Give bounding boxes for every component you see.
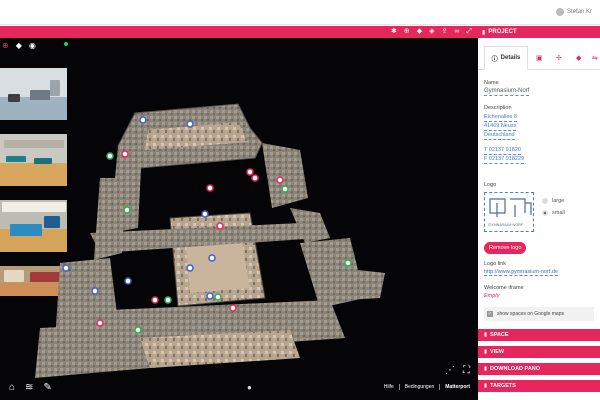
- section-targets[interactable]: ▮ TARGETS: [478, 380, 600, 392]
- logo-size-small[interactable]: small: [542, 210, 565, 216]
- viewer-toolbar: ✱ ⊕ ◆ ◈ ⇪ ∞ ⤢: [0, 26, 478, 38]
- top-bar: Stefan Kr: [0, 0, 600, 25]
- 3d-viewer[interactable]: ⊕ ◆ ◉ ⋰ ⛶ ⌂ ≋ ✎ ● Hilfe Bedingungen Matt…: [0, 38, 478, 400]
- expand-icon[interactable]: ⤢: [466, 28, 472, 36]
- logo-dropzone[interactable]: GYMNASIUM NORF: [484, 192, 534, 232]
- radio-large[interactable]: [542, 198, 548, 204]
- name-field[interactable]: Gymnasium-Norf: [484, 88, 530, 96]
- info-icon: ⓘ: [491, 56, 498, 63]
- project-panel: ▮ PROJECT ⓘ Details ▣ ✢ ◆ ⇋ Name Gymnasi…: [478, 26, 600, 400]
- checkbox-icon[interactable]: ✓: [487, 311, 493, 317]
- share-icon[interactable]: ⇪: [442, 28, 448, 36]
- section-view[interactable]: ▮ VIEW: [478, 346, 600, 358]
- measure-icon[interactable]: ✎: [43, 382, 51, 393]
- location-pin-icon[interactable]: ●: [247, 383, 252, 392]
- dollhouse-model[interactable]: [0, 38, 478, 400]
- tag-icon[interactable]: ◆: [417, 28, 422, 36]
- user-icon: [555, 8, 564, 16]
- panel-tabs: ⓘ Details ▣ ✢ ◆ ⇋: [478, 46, 600, 70]
- fullscreen-icon[interactable]: ⛶: [463, 365, 470, 376]
- floor-view-icon[interactable]: ⌂: [9, 382, 15, 393]
- tab-image-icon[interactable]: ▣: [536, 54, 543, 62]
- floors-icon[interactable]: ≋: [25, 382, 33, 393]
- google-maps-toggle[interactable]: ✓ show spaces on Google maps: [484, 307, 594, 321]
- name-label: Name: [484, 80, 499, 86]
- tab-more-icon[interactable]: ⇋: [592, 54, 598, 62]
- help-link[interactable]: Hilfe: [384, 384, 394, 390]
- project-section-header[interactable]: ▮ PROJECT: [478, 26, 600, 38]
- user-name: Stefan Kr: [566, 9, 592, 15]
- user-menu[interactable]: Stefan Kr: [555, 8, 592, 16]
- folder-icon: ▮: [482, 29, 486, 36]
- share-icon[interactable]: ⋰: [445, 365, 455, 376]
- folder-icon: ▮: [484, 349, 488, 355]
- logo-size-large[interactable]: large: [542, 198, 564, 204]
- logo-link-label: Logo link: [484, 261, 507, 267]
- settings-icon[interactable]: ✱: [391, 28, 397, 36]
- description-field[interactable]: Eichenallee 8 41469 Neuss Deutschland T …: [484, 113, 594, 164]
- conditions-link[interactable]: Bedingungen: [405, 384, 434, 390]
- folder-icon: ▮: [484, 366, 488, 372]
- radio-small[interactable]: [542, 210, 548, 216]
- school-logo: [489, 198, 532, 217]
- link-icon[interactable]: ∞: [454, 28, 459, 36]
- section-download-pano[interactable]: ▮ DOWNLOAD PANO: [478, 363, 600, 375]
- tab-tags-icon[interactable]: ◆: [576, 54, 581, 62]
- welcome-label: Welcome iframe: [484, 285, 524, 291]
- viewer-bottom-bar: ⋰ ⛶ ⌂ ≋ ✎ ● Hilfe Bedingungen Matterport: [0, 365, 478, 400]
- tab-details[interactable]: ⓘ Details: [484, 46, 528, 70]
- locate-icon[interactable]: ⊕: [404, 28, 410, 36]
- welcome-iframe-field[interactable]: Empty: [484, 293, 594, 299]
- description-label: Description: [484, 105, 512, 111]
- section-space[interactable]: ▮ SPACE: [478, 329, 600, 341]
- remove-logo-button[interactable]: Remove logo: [484, 242, 527, 254]
- tab-location-icon[interactable]: ✢: [556, 54, 562, 62]
- tags-icon[interactable]: ◈: [429, 28, 434, 36]
- folder-icon: ▮: [484, 332, 488, 338]
- logo-text: GYMNASIUM NORF: [488, 223, 524, 227]
- folder-icon: ▮: [484, 383, 488, 389]
- logo-link-field[interactable]: http://www.gymnasium-norf.de: [484, 269, 558, 276]
- matterport-logo[interactable]: Matterport: [445, 384, 470, 390]
- logo-label: Logo: [484, 182, 497, 188]
